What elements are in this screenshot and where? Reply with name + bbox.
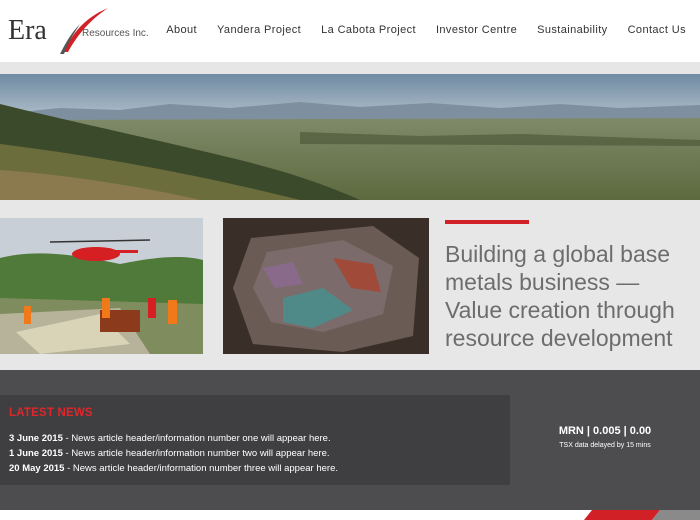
nav-la-cabota-project[interactable]: La Cabota Project (321, 24, 416, 36)
nav-sustainability[interactable]: Sustainability (537, 24, 607, 36)
ticker-value: MRN | 0.005 | 0.00 (558, 425, 652, 437)
latest-news-heading: LATEST NEWS (9, 407, 93, 419)
tagline-accent-bar (445, 220, 529, 224)
stock-ticker: MRN | 0.005 | 0.00 TSX data delayed by 1… (510, 395, 700, 485)
logo-subtitle: Resources Inc. (82, 28, 149, 39)
footer-red-stripe (584, 510, 660, 520)
nav-about[interactable]: About (166, 24, 197, 36)
site-header: Era Resources Inc. About Yandera Project… (0, 0, 700, 62)
news-list: 3 June 2015 - News article header/inform… (9, 431, 338, 476)
news-date: 3 June 2015 (9, 433, 63, 444)
hero-landscape-image (0, 74, 700, 200)
news-text: - News article header/information number… (62, 433, 331, 444)
nav-investor-centre[interactable]: Investor Centre (436, 24, 517, 36)
news-item[interactable]: 3 June 2015 - News article header/inform… (9, 431, 338, 446)
header-divider-band (0, 62, 700, 74)
news-text: - News article header/information number… (62, 448, 330, 459)
nav-yandera-project[interactable]: Yandera Project (217, 24, 301, 36)
news-item[interactable]: 1 June 2015 - News article header/inform… (9, 446, 338, 461)
latest-news-panel: LATEST NEWS 3 June 2015 - News article h… (0, 395, 510, 485)
footer-gray-stripe (652, 510, 700, 520)
era-logo[interactable]: Era Resources Inc. (6, 6, 156, 56)
main-nav: About Yandera Project La Cabota Project … (166, 24, 686, 36)
news-date: 20 May 2015 (9, 463, 65, 474)
logo-wordmark: Era (8, 15, 47, 46)
mineral-rock-photo (223, 218, 429, 354)
nav-contact-us[interactable]: Contact Us (628, 24, 686, 36)
news-item[interactable]: 20 May 2015 - News article header/inform… (9, 461, 338, 476)
ticker-delay-note: TSX data delayed by 15 mins (559, 442, 651, 449)
feature-section: Building a global base metals business —… (0, 200, 700, 370)
helicopter-site-photo (0, 218, 203, 354)
news-date: 1 June 2015 (9, 448, 63, 459)
news-text: - News article header/information number… (64, 463, 338, 474)
bottom-info-section: LATEST NEWS 3 June 2015 - News article h… (0, 370, 700, 520)
hero-tagline: Building a global base metals business —… (445, 241, 675, 351)
